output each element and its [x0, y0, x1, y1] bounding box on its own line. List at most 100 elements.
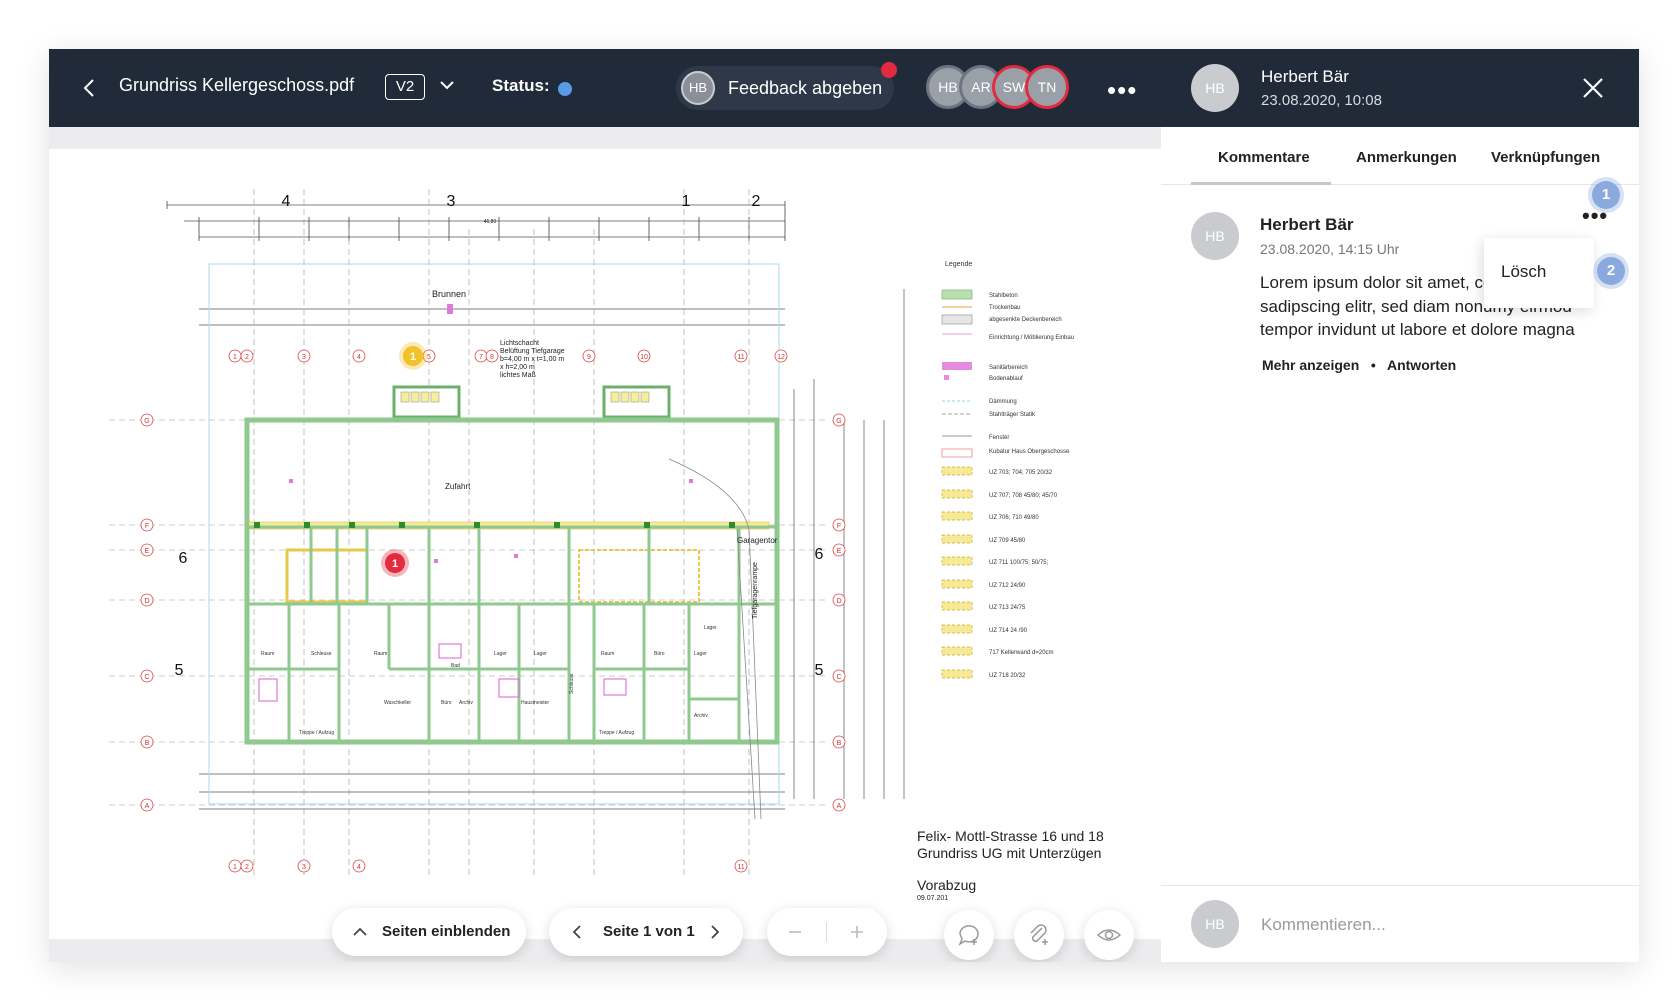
- room-label: Treppe / Aufzug: [599, 730, 634, 736]
- show-more-link[interactable]: Mehr anzeigen: [1262, 357, 1359, 373]
- legend-label: UZ 706; 710 49/80: [989, 515, 1039, 521]
- tab-verknuepfungen[interactable]: Verknüpfungen: [1491, 149, 1600, 166]
- room-label: Büro: [441, 700, 452, 706]
- legend-swatch: [941, 646, 973, 656]
- minus-icon[interactable]: [787, 924, 803, 940]
- legend-swatch: [944, 375, 949, 380]
- chevron-right-icon[interactable]: [707, 924, 723, 940]
- version-dropdown-button[interactable]: [437, 75, 457, 95]
- annotation-marker-yellow[interactable]: 1: [399, 342, 427, 370]
- add-comment-button[interactable]: [944, 910, 994, 960]
- legend-label: UZ 703; 704; 705 20/32: [989, 470, 1053, 476]
- zoom-divider: [826, 922, 827, 942]
- add-attachment-button[interactable]: [1014, 910, 1064, 960]
- room-label: Bad: [451, 663, 460, 669]
- grid-number: 6: [815, 546, 824, 563]
- marker-number: 1: [410, 351, 416, 363]
- annotation-text: Lichtschacht: [500, 340, 539, 347]
- user-avatar[interactable]: TN: [1025, 65, 1069, 109]
- annotation-text: Belüftung Tiefgarage: [500, 348, 565, 355]
- room-label: Tiefgaragenrampe: [752, 562, 759, 619]
- annotation-marker-red[interactable]: 1: [381, 549, 409, 577]
- axis-label: 1: [233, 864, 237, 871]
- show-pages-button[interactable]: Seiten einblenden: [332, 908, 526, 956]
- axis-label: 7: [479, 354, 483, 361]
- legend-label: Stahlträger Statik: [989, 412, 1036, 418]
- eye-icon: [1096, 929, 1122, 941]
- room-label: Raum: [261, 651, 274, 657]
- grid-number: 1: [682, 193, 691, 210]
- step-badge: 1: [1592, 181, 1620, 209]
- version-badge[interactable]: V2: [385, 74, 425, 100]
- avatar: HB: [1191, 900, 1239, 948]
- app-window: Grundriss Kellergeschoss.pdf V2 Status: …: [49, 49, 1639, 962]
- annotation-text: x h=2,00 m: [500, 364, 535, 371]
- legend-swatch: [941, 314, 973, 325]
- axis-label: 11: [737, 864, 744, 871]
- axis-label: E: [837, 548, 842, 555]
- comment-author: Herbert Bär: [1260, 215, 1354, 234]
- room-label: Archiv: [694, 713, 708, 719]
- feedback-button[interactable]: HB Feedback abgeben: [676, 62, 897, 110]
- plan-page[interactable]: G F E D C B A G F E D C B A 1 2 3 4 5 7 …: [49, 149, 1161, 939]
- comment-actions: Mehr anzeigen • Antworten: [1262, 357, 1456, 373]
- room-label: Lager: [704, 625, 717, 631]
- axis-label: C: [144, 674, 149, 681]
- chevron-left-icon[interactable]: [569, 924, 585, 940]
- back-button[interactable]: [75, 73, 105, 103]
- tab-anmerkungen[interactable]: Anmerkungen: [1356, 149, 1457, 166]
- axis-label: B: [837, 740, 842, 747]
- room-label: Hausmeister: [521, 700, 549, 706]
- legend-label: Sanitärbereich: [989, 365, 1028, 371]
- axis-label: 2: [245, 354, 249, 361]
- status-indicator[interactable]: [558, 82, 572, 96]
- legend-swatch: [941, 556, 973, 566]
- user-avatars: HB AR SW TN: [926, 65, 1086, 111]
- chevron-down-icon: [440, 81, 454, 90]
- axis-label: F: [145, 523, 149, 530]
- comment-panel: HB Herbert Bär 23.08.2020, 10:08 Komment…: [1161, 49, 1639, 962]
- dimension-label: 46,80: [484, 219, 497, 225]
- axis-label: C: [836, 674, 841, 681]
- axis-label: D: [836, 598, 841, 605]
- axis-label: G: [144, 418, 149, 425]
- reply-link[interactable]: Antworten: [1387, 357, 1456, 373]
- close-panel-button[interactable]: [1579, 74, 1607, 102]
- legend-swatch: [941, 624, 973, 634]
- legend-swatch: [941, 466, 973, 476]
- document-filename: Grundriss Kellergeschoss.pdf: [119, 75, 355, 95]
- grid-number: 5: [175, 662, 184, 679]
- room-label: Raum: [374, 651, 387, 657]
- close-icon: [1583, 78, 1603, 98]
- legend-swatch: [941, 669, 973, 679]
- axis-label: 3: [302, 354, 306, 361]
- axis-label: 9: [587, 354, 591, 361]
- more-options-button[interactable]: •••: [1107, 75, 1137, 106]
- comment-line: tempor invidunt ut labore et dolore magn…: [1260, 320, 1575, 339]
- visibility-toggle-button[interactable]: [1084, 910, 1134, 960]
- legend-title: Legende: [945, 261, 972, 268]
- legend-swatch: [941, 534, 973, 544]
- legend-swatch: [941, 289, 973, 300]
- delete-menu-item[interactable]: Lösch: [1501, 262, 1546, 282]
- legend-label: Einrichtung / Möblierung Einbau: [989, 335, 1074, 341]
- tab-kommentare[interactable]: Kommentare: [1218, 149, 1310, 166]
- axis-label: 5: [427, 354, 431, 361]
- axis-label: 10: [640, 354, 648, 361]
- grid-number: 6: [179, 550, 188, 567]
- legend-label: Bodenablauf: [989, 376, 1023, 382]
- room-label: Raum: [601, 651, 614, 657]
- room-label: Lager: [694, 651, 707, 657]
- legend-label: UZ 711 100/75; 50/75;: [989, 560, 1049, 566]
- legend-label: Trockenbau: [989, 305, 1020, 311]
- legend-label: Stahlbeton: [989, 293, 1018, 299]
- legend-label: Dämmung: [989, 399, 1017, 405]
- comment-input[interactable]: Kommentieren...: [1261, 915, 1386, 935]
- axis-label: B: [145, 740, 150, 747]
- marker-number: 1: [392, 558, 398, 570]
- room-label: Büro: [654, 651, 665, 657]
- comment-context-menu: Lösch: [1484, 238, 1594, 308]
- axis-label: 1: [233, 354, 237, 361]
- document-viewer: G F E D C B A G F E D C B A 1 2 3 4 5 7 …: [49, 127, 1161, 962]
- plus-icon[interactable]: [849, 924, 865, 940]
